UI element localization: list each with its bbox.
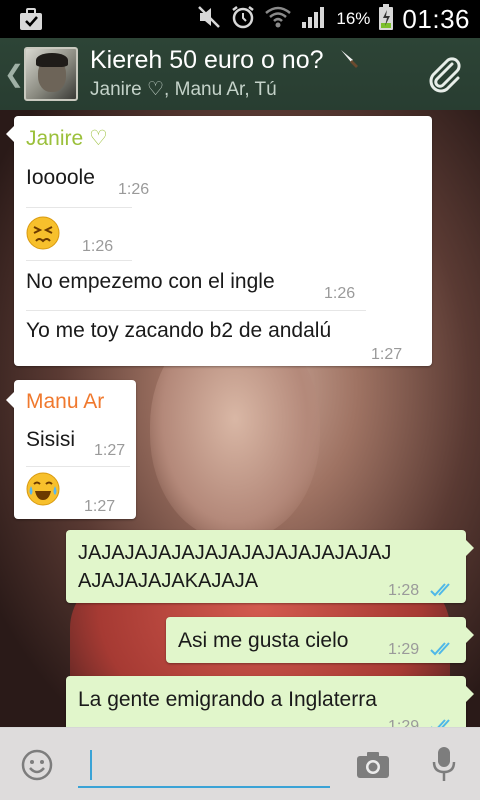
message-text: Asi me gusta cielo: [178, 629, 349, 652]
message-time: 1:26: [118, 181, 150, 198]
message-text: No empezemo con el ingle: [26, 270, 275, 293]
message-time: 1:29: [388, 641, 420, 658]
group-title[interactable]: Kiereh 50 euro o no?: [90, 46, 360, 76]
battery-percent: 16%: [336, 9, 371, 28]
message-separator: [26, 207, 132, 208]
sender-name: Janire ♡: [26, 127, 108, 150]
attach-icon[interactable]: [424, 54, 464, 99]
text-cursor: [90, 750, 92, 780]
message-text-line: JAJAJAJAJAJAJAJAJAJAJAJAJAJ: [78, 542, 392, 564]
message-time: 1:28: [388, 582, 420, 599]
outgoing-message[interactable]: Asi me gusta cielo 1:29: [166, 617, 474, 663]
sender-name: Manu Ar: [26, 390, 105, 413]
message-separator: [26, 260, 132, 261]
group-avatar[interactable]: [24, 47, 78, 101]
compose-bar: [0, 727, 480, 800]
message-separator: [26, 466, 130, 467]
chat-header[interactable]: ❮ Kiereh 50 euro o no? Janire ♡, Manu Ar…: [0, 38, 480, 110]
message-input-field[interactable]: [78, 742, 330, 788]
message-text-line: AJAJAJAJAKAJAJA: [78, 570, 259, 592]
alarm-icon: [230, 4, 256, 35]
battery-charging-icon: [378, 3, 394, 36]
read-ticks-icon: [430, 583, 450, 597]
message-separator: [26, 310, 366, 311]
emoji-icon[interactable]: [20, 748, 54, 787]
microphone-icon[interactable]: [432, 746, 456, 789]
message-text: Sisisi: [26, 428, 76, 451]
chat-area[interactable]: Janire ♡ Ioooole 1:26 1:26 No empezemo c…: [0, 110, 480, 727]
knife-icon: [338, 47, 360, 76]
incoming-message-group[interactable]: Manu Ar Sisisi 1:27 1:27: [6, 380, 136, 519]
read-ticks-icon: [430, 642, 450, 656]
message-text: Ioooole: [26, 166, 95, 189]
message-time: 1:26: [324, 285, 356, 302]
message-time: 1:27: [84, 498, 116, 515]
outgoing-message[interactable]: La gente emigrando a Inglaterra 1:29: [66, 676, 474, 727]
persevering-face-emoji: [26, 216, 60, 250]
message-time: 1:27: [94, 442, 126, 459]
outgoing-message[interactable]: JAJAJAJAJAJAJAJAJAJAJAJAJAJ AJAJAJAJAKAJ…: [66, 530, 474, 603]
message-time: 1:29: [388, 718, 420, 727]
group-participants: Janire ♡, Manu Ar, Tú: [90, 79, 277, 100]
camera-icon[interactable]: [356, 750, 390, 785]
message-time: 1:27: [371, 346, 403, 363]
back-chevron-icon[interactable]: ❮: [4, 60, 24, 89]
message-text: La gente emigrando a Inglaterra: [78, 688, 377, 711]
message-time: 1:26: [82, 238, 114, 255]
signal-icon: [300, 4, 328, 35]
incoming-message-group[interactable]: Janire ♡ Ioooole 1:26 1:26 No empezemo c…: [6, 116, 432, 366]
wifi-icon: [264, 4, 292, 35]
clock: 01:36: [402, 3, 470, 34]
message-text: Yo me toy zacando b2 de andalú: [26, 319, 332, 342]
status-bar: 16% 01:36: [0, 0, 480, 38]
mute-icon: [196, 4, 222, 35]
group-title-text: Kiereh 50 euro o no?: [90, 46, 324, 74]
crying-laughing-face-emoji: [26, 472, 60, 506]
briefcase-icon: [18, 6, 44, 37]
read-ticks-icon: [431, 719, 450, 727]
message-input[interactable]: [78, 742, 330, 782]
